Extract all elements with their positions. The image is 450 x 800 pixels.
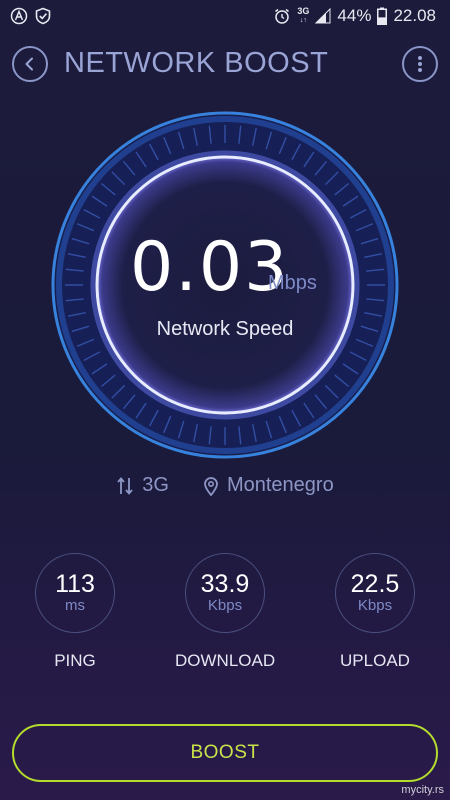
status-left — [10, 7, 52, 25]
network-type-indicator: 3G ↓↑ — [297, 7, 309, 25]
ping-stat: 113 ms PING — [25, 553, 125, 671]
transfer-arrows-icon — [116, 476, 134, 496]
boost-button-label: BOOST — [190, 742, 260, 763]
stats-row: 113 ms PING 33.9 Kbps DOWNLOAD 22.5 Kbps… — [0, 553, 450, 673]
battery-percent: 44% — [337, 6, 372, 25]
upload-value: 22.5 — [350, 570, 400, 598]
network-type-label: 3G — [297, 6, 310, 16]
speed-unit: Mbps — [268, 272, 317, 294]
download-stat: 33.9 Kbps DOWNLOAD — [175, 553, 275, 671]
shield-check-icon — [34, 7, 52, 25]
status-bar: 3G ↓↑ 44% 22.08 — [0, 0, 450, 32]
app-a-icon — [10, 7, 28, 25]
network-activity-arrows: ↓↑ — [299, 17, 307, 24]
ping-label: PING — [54, 651, 96, 670]
upload-circle: 22.5 Kbps — [335, 553, 415, 633]
status-time: 22.08 — [393, 6, 436, 25]
location-info: Montenegro — [203, 474, 334, 497]
upload-stat: 22.5 Kbps UPLOAD — [325, 553, 425, 671]
download-circle: 33.9 Kbps — [185, 553, 265, 633]
location-pin-icon — [203, 476, 219, 496]
upload-unit: Kbps — [357, 597, 393, 614]
speed-label: Network Speed — [156, 318, 294, 340]
battery-icon — [377, 7, 388, 25]
boost-button[interactable]: BOOST — [12, 724, 438, 782]
download-unit: Kbps — [207, 597, 243, 614]
more-options-button[interactable] — [402, 46, 438, 82]
app-header: NETWORK BOOST — [0, 44, 450, 88]
chevron-left-icon — [22, 56, 38, 72]
ping-circle: 113 ms — [35, 553, 115, 633]
network-type-text: 3G — [142, 474, 169, 496]
more-vertical-icon — [417, 55, 423, 73]
network-type-info: 3G — [116, 474, 169, 497]
watermark: mycity.rs — [401, 784, 444, 796]
alarm-icon — [273, 7, 291, 25]
location-text: Montenegro — [226, 474, 334, 496]
ping-value: 113 — [55, 570, 95, 598]
download-value: 33.9 — [200, 570, 250, 598]
upload-label: UPLOAD — [340, 651, 410, 670]
download-label: DOWNLOAD — [175, 651, 276, 670]
connection-info: 3G Montenegro — [0, 474, 450, 497]
ping-unit: ms — [65, 597, 85, 614]
status-right: 3G ↓↑ 44% 22.08 — [273, 6, 436, 26]
back-button[interactable] — [12, 46, 48, 82]
page-title: NETWORK BOOST — [64, 47, 329, 79]
speed-value: 0.03 — [130, 228, 290, 307]
signal-icon — [315, 8, 331, 24]
